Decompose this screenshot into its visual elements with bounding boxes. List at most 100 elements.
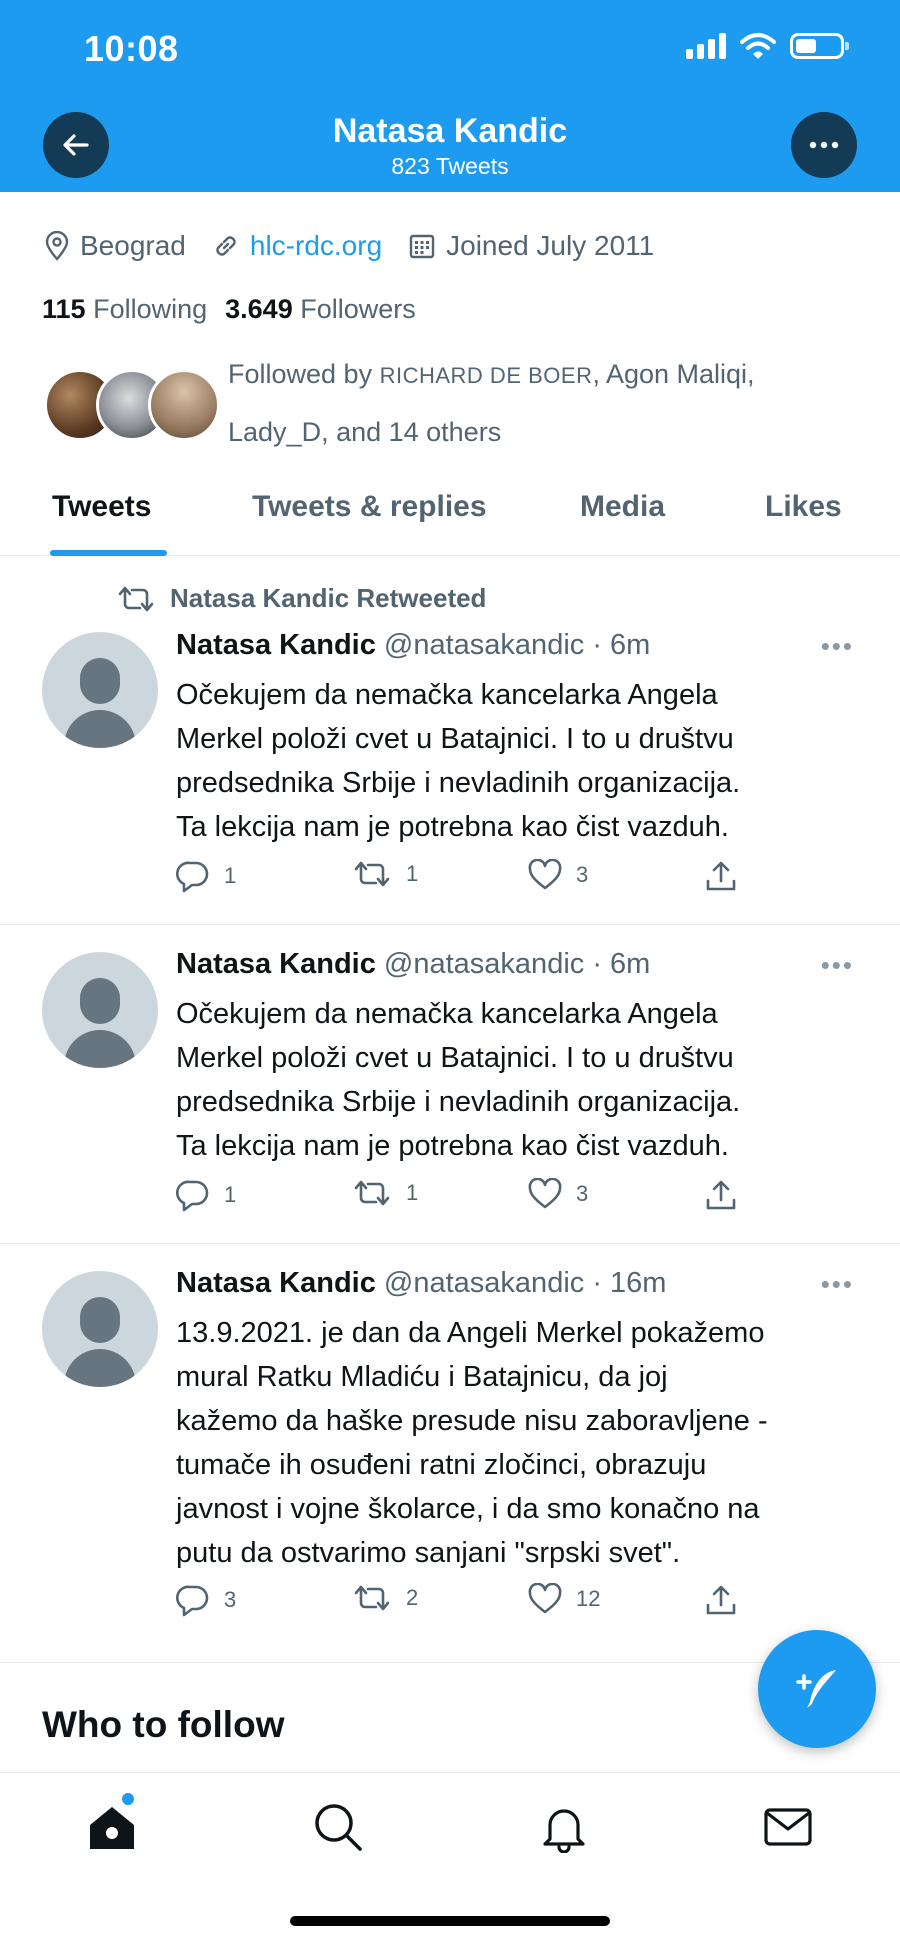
- tweet-text: Očekujem da nemačka kancelarka Angela Me…: [176, 992, 866, 1168]
- heart-icon: [528, 1178, 562, 1209]
- retweet-button[interactable]: 1: [352, 859, 418, 889]
- tweet[interactable]: Natasa Kandic @natasakandic · 6m ••• Oče…: [0, 926, 900, 1244]
- location: Beograd: [44, 230, 186, 262]
- avatar[interactable]: [42, 1271, 158, 1387]
- tab-tweets[interactable]: Tweets: [52, 490, 151, 524]
- followed-by-name: RICHARD DE BOER: [379, 363, 593, 388]
- like-count: 12: [576, 1586, 601, 1611]
- home-indicator[interactable]: [290, 1916, 610, 1926]
- website[interactable]: hlc-rdc.org: [212, 230, 382, 262]
- tab-tweets-and-replies[interactable]: Tweets & replies: [252, 490, 487, 524]
- tweet-line: Očekujem da nemačka kancelarka Angela: [176, 998, 718, 1030]
- like-button[interactable]: 12: [528, 1583, 600, 1615]
- wifi-icon: [740, 33, 776, 59]
- reply-button[interactable]: 1: [176, 859, 236, 893]
- tweet-line: Ta lekcija nam je potrebna kao čist vazd…: [176, 811, 729, 843]
- profile-tabs: Tweets Tweets & replies Media Likes: [0, 486, 900, 556]
- follow-counts: 115 Following 3.649 Followers: [42, 294, 416, 325]
- link-icon: [216, 236, 236, 256]
- avatar: [148, 369, 220, 441]
- retweet-button[interactable]: 2: [352, 1583, 418, 1613]
- like-button[interactable]: 3: [528, 1178, 588, 1210]
- like-count: 3: [576, 862, 589, 887]
- share-button[interactable]: [704, 1583, 738, 1617]
- tweet-line: Merkel položi cvet u Batajnici. I to u d…: [176, 723, 734, 755]
- compose-tweet-button[interactable]: [758, 1630, 876, 1748]
- location-text: Beograd: [80, 230, 186, 261]
- heart-icon: [528, 859, 562, 890]
- tweet[interactable]: Natasa Kandic @natasakandic · 16m ••• 13…: [0, 1245, 900, 1663]
- page-title: Natasa Kandic: [332, 112, 568, 150]
- tweet-header: Natasa Kandic @natasakandic · 16m: [176, 1267, 666, 1300]
- retweet-count: 1: [406, 1180, 419, 1205]
- home-icon[interactable]: [86, 1801, 138, 1853]
- reply-button[interactable]: 1: [176, 1178, 236, 1212]
- followers-link[interactable]: 3.649 Followers: [225, 294, 416, 324]
- reply-icon: [176, 861, 209, 893]
- following-link[interactable]: 115 Following: [42, 294, 207, 324]
- tab-likes[interactable]: Likes: [765, 490, 842, 524]
- tweet-line: Ta lekcija nam je potrebna kao čist vazd…: [176, 1130, 729, 1162]
- like-button[interactable]: 3: [528, 859, 588, 891]
- profile-header: 10:08 Natasa Kandic 823 Tweets: [0, 0, 900, 192]
- tweet-line: javnost i vojne školarce, i da smo konač…: [176, 1493, 760, 1525]
- followed-by[interactable]: Followed by RICHARD DE BOER, Agon Maliqi…: [44, 359, 828, 460]
- retweet-icon: [354, 1585, 390, 1611]
- like-count: 3: [576, 1181, 589, 1206]
- reply-icon: [176, 1180, 209, 1212]
- tweet-text: 13.9.2021. je dan da Angeli Merkel pokaž…: [176, 1311, 866, 1575]
- author-handle: @natasakandic: [383, 948, 585, 980]
- followed-by-others: Lady_D, and 14 others: [228, 417, 502, 447]
- avatar[interactable]: [42, 952, 158, 1068]
- tweet-header: Natasa Kandic @natasakandic · 6m: [176, 948, 650, 981]
- calendar-icon: [409, 234, 435, 259]
- tweet-actions: 1 1 3: [176, 1178, 756, 1218]
- reply-icon: [176, 1585, 209, 1617]
- share-button[interactable]: [704, 859, 738, 893]
- compose-feather-icon: [796, 1670, 836, 1708]
- followed-by-avatars: [44, 366, 220, 441]
- followers-count: 3.649: [225, 294, 293, 324]
- author-handle: @natasakandic: [383, 1267, 585, 1299]
- share-icon: [706, 861, 736, 891]
- retweet-icon: [354, 861, 390, 887]
- messages-mail-icon[interactable]: [762, 1801, 814, 1853]
- notifications-bell-icon[interactable]: [538, 1801, 590, 1853]
- tweet[interactable]: Natasa Kandic Retweeted Natasa Kandic @n…: [0, 557, 900, 925]
- tab-media[interactable]: Media: [580, 490, 665, 524]
- tweet-actions: 1 1 3: [176, 859, 756, 899]
- tweet-more-icon[interactable]: •••: [821, 950, 854, 981]
- tweet-more-icon[interactable]: •••: [821, 631, 854, 662]
- more-options-button[interactable]: [791, 112, 857, 178]
- website-link[interactable]: hlc-rdc.org: [250, 230, 382, 262]
- tweet-line: predsednika Srbije i nevladinih organiza…: [176, 767, 741, 799]
- who-to-follow-heading: Who to follow: [42, 1704, 285, 1745]
- followed-by-prefix: Followed by: [228, 359, 373, 389]
- tweet-time: · 6m: [592, 948, 651, 980]
- tweet-more-icon[interactable]: •••: [821, 1269, 854, 1300]
- retweet-icon: [118, 586, 154, 611]
- avatar[interactable]: [42, 632, 158, 748]
- tweet-line: Merkel položi cvet u Batajnici. I to u d…: [176, 1042, 734, 1074]
- tweet-line: kažemo da haške presude nisu zaboravljen…: [176, 1405, 768, 1437]
- tweet-line: tumače ih osuđeni ratni zločinci, obrazu…: [176, 1449, 707, 1481]
- author-name[interactable]: Natasa Kandic: [176, 948, 376, 980]
- tweet-line: putu da ostvarimo sanjani "srpski svet".: [176, 1537, 681, 1569]
- author-name[interactable]: Natasa Kandic: [176, 629, 376, 661]
- cellular-signal-icon: [686, 33, 726, 59]
- tweet-actions: 3 2 12: [176, 1583, 756, 1623]
- retweet-button[interactable]: 1: [352, 1178, 418, 1208]
- status-icons: [686, 32, 849, 60]
- joined-date: Joined July 2011: [408, 230, 654, 262]
- author-name[interactable]: Natasa Kandic: [176, 1267, 376, 1299]
- tweet-time: · 6m: [592, 629, 651, 661]
- tweet-line: 13.9.2021. je dan da Angeli Merkel pokaž…: [176, 1317, 765, 1349]
- share-button[interactable]: [704, 1178, 738, 1212]
- status-time: 10:08: [84, 28, 179, 69]
- reply-button[interactable]: 3: [176, 1583, 236, 1617]
- tweet-line: predsednika Srbije i nevladinih organiza…: [176, 1086, 741, 1118]
- tweet-header: Natasa Kandic @natasakandic · 6m: [176, 629, 650, 662]
- retweet-count: 2: [406, 1585, 419, 1610]
- more-dots-icon: [809, 141, 839, 149]
- search-icon[interactable]: [312, 1801, 364, 1853]
